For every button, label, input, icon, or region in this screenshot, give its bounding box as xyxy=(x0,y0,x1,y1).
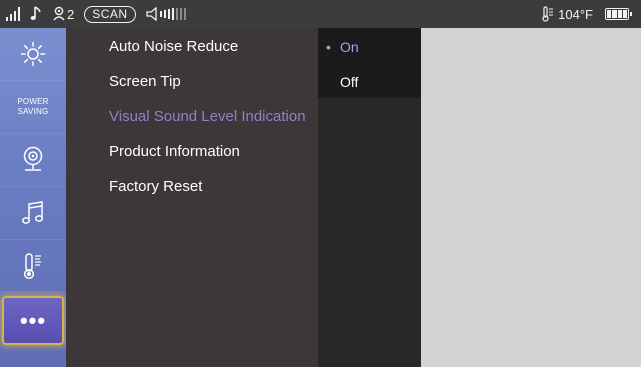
channel-count: 2 xyxy=(67,6,75,22)
status-bar: 2 SCAN 104°F xyxy=(0,0,641,28)
person-channel-indicator: 2 xyxy=(52,6,74,22)
sidebar-item-music[interactable] xyxy=(0,187,66,240)
sidebar-item-brightness[interactable] xyxy=(0,28,66,81)
option-on-label: On xyxy=(340,39,359,55)
scan-button[interactable]: SCAN xyxy=(84,5,136,23)
thermometer-icon xyxy=(542,6,554,22)
music-note-icon xyxy=(30,6,42,22)
empty-content-area xyxy=(421,28,641,367)
option-panel: • On Off xyxy=(318,28,421,367)
settings-menu: Auto Noise Reduce Screen Tip Visual Soun… xyxy=(66,28,318,367)
more-dots-icon: ••• xyxy=(19,307,47,333)
signal-bars-icon xyxy=(6,7,20,21)
thermometer-icon xyxy=(23,253,41,280)
menu-item-screen-tip[interactable]: Screen Tip xyxy=(109,73,181,90)
menu-item-auto-noise-reduce[interactable]: Auto Noise Reduce xyxy=(109,38,238,55)
sidebar: POWER SAVING ••• xyxy=(0,28,66,367)
power-saving-label-line2: SAVING xyxy=(17,107,49,116)
volume-level-icon xyxy=(145,7,198,21)
option-on[interactable]: • On xyxy=(326,39,359,55)
sidebar-item-more[interactable]: ••• xyxy=(2,296,64,345)
sidebar-item-temperature[interactable] xyxy=(0,240,66,293)
menu-item-factory-reset[interactable]: Factory Reset xyxy=(109,178,202,195)
menu-item-product-information[interactable]: Product Information xyxy=(109,143,240,160)
battery-icon xyxy=(605,8,632,20)
menu-item-visual-sound-level-indication: Visual Sound Level Indication xyxy=(109,108,306,125)
temperature-readout: 104°F xyxy=(558,6,593,22)
person-channel-icon xyxy=(53,6,65,21)
sidebar-item-power-saving[interactable]: POWER SAVING xyxy=(0,81,66,134)
selected-bullet-icon: • xyxy=(326,39,331,55)
webcam-icon xyxy=(23,146,43,171)
power-saving-label-line1: POWER xyxy=(17,97,49,106)
option-off[interactable]: Off xyxy=(340,74,358,90)
music-note-icon xyxy=(21,201,44,224)
sidebar-item-camera[interactable] xyxy=(0,134,66,187)
sun-icon xyxy=(20,41,46,67)
